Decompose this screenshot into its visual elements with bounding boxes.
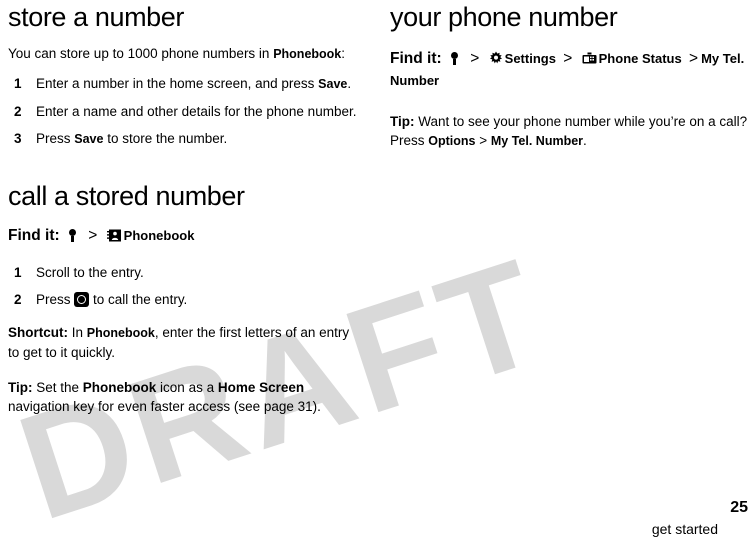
tip-label-left: Tip: (8, 379, 33, 395)
store-step-1-bold: Save (318, 77, 348, 91)
find-it-separator-3: > (689, 50, 699, 67)
find-it-phone-status-label: Phone Status (598, 51, 682, 66)
left-column: store a number You can store up to 1000 … (8, 0, 363, 416)
motorola-menu-icon-right (448, 51, 461, 65)
store-step-3-text-before: Press (36, 131, 75, 146)
store-step-3: 3 Press Save to store the number. (8, 129, 363, 149)
call-step-1-text: Scroll to the entry. (36, 264, 144, 280)
find-it-phone-number: Find it: > Settings > Phone Status > My … (390, 48, 750, 92)
find-it-separator-1: > (470, 50, 480, 67)
store-step-3-number: 3 (14, 131, 22, 146)
right-column: your phone number Find it: > Settings > (390, 0, 750, 151)
tip-right-text-3: . (583, 133, 587, 148)
folio-page-number: 25 (730, 499, 748, 516)
heading-call-a-stored-number: call a stored number (8, 181, 245, 211)
call-key-icon (74, 291, 90, 307)
heading-your-phone-number: your phone number (390, 2, 618, 32)
store-step-2-text: Enter a name and other details for the p… (36, 104, 357, 119)
store-step-1: 1 Enter a number in the home screen, and… (8, 74, 363, 94)
store-steps-list: 1 Enter a number in the home screen, and… (8, 74, 363, 149)
find-it-phonebook: Find it: > Phonebook (8, 225, 363, 247)
settings-icon (489, 51, 503, 65)
call-step-2-text-before: Press (36, 291, 75, 307)
page: DRAFT store a number You can store up to… (0, 0, 756, 552)
store-step-1-number: 1 (14, 76, 22, 91)
shortcut-label: Shortcut: (8, 324, 68, 340)
folio-section-label: get started (651, 521, 718, 537)
phonebook-icon (106, 227, 122, 242)
tip-paragraph-left: Tip: Set the Phonebook icon as a Home Sc… (8, 378, 363, 416)
intro-text-after: : (341, 46, 346, 61)
store-step-3-bold: Save (74, 132, 104, 146)
call-step-1-number: 1 (14, 264, 22, 280)
tip-my-tel-number-bold: My Tel. Number (490, 134, 584, 148)
call-step-2: 2 Press to call the entry. (8, 290, 363, 309)
tip-right-text-2: > (475, 133, 491, 148)
find-it-separator-2: > (563, 50, 573, 67)
call-step-2-number: 2 (14, 291, 22, 307)
store-step-2-number: 2 (14, 104, 22, 119)
tip-phonebook-bold: Phonebook (82, 379, 157, 395)
shortcut-text-1: In (68, 324, 87, 340)
store-step-1-text-before: Enter a number in the home screen, and p… (36, 76, 319, 91)
intro-paragraph: You can store up to 1000 phone numbers i… (8, 44, 363, 64)
intro-phonebook-bold: Phonebook (273, 47, 342, 61)
tip-paragraph-right: Tip: Want to see your phone number while… (390, 112, 750, 151)
intro-text-before: You can store up to 1000 phone numbers i… (8, 46, 274, 61)
call-steps-list: 1 Scroll to the entry. 2 Press to call t… (8, 263, 363, 309)
tip-options-bold: Options (428, 134, 476, 148)
store-step-2: 2 Enter a name and other details for the… (8, 102, 363, 121)
find-it-phonebook-label: Phonebook (123, 228, 195, 243)
call-step-2-text-after: to call the entry. (89, 291, 188, 307)
tip-text-1: Set the (32, 379, 83, 395)
tip-home-screen-bold: Home Screen (217, 379, 305, 395)
find-it-settings-label: Settings (504, 51, 556, 66)
phone-status-icon (582, 50, 597, 64)
tip-text-3: navigation key for even faster access (s… (8, 398, 321, 414)
call-step-1: 1 Scroll to the entry. (8, 263, 363, 282)
shortcut-phonebook-bold: Phonebook (86, 325, 155, 340)
find-it-separator: > (88, 227, 98, 244)
tip-text-2: icon as a (156, 379, 218, 395)
heading-store-a-number: store a number (8, 2, 184, 32)
find-it-label: Find it: (8, 227, 60, 244)
tip-label-right: Tip: (390, 114, 415, 129)
shortcut-paragraph: Shortcut: In Phonebook, enter the first … (8, 323, 363, 362)
find-it-label-right: Find it: (390, 50, 442, 67)
store-step-3-text-after: to store the number. (103, 131, 228, 146)
motorola-menu-icon (66, 228, 79, 242)
store-step-1-text-after: . (347, 76, 352, 91)
